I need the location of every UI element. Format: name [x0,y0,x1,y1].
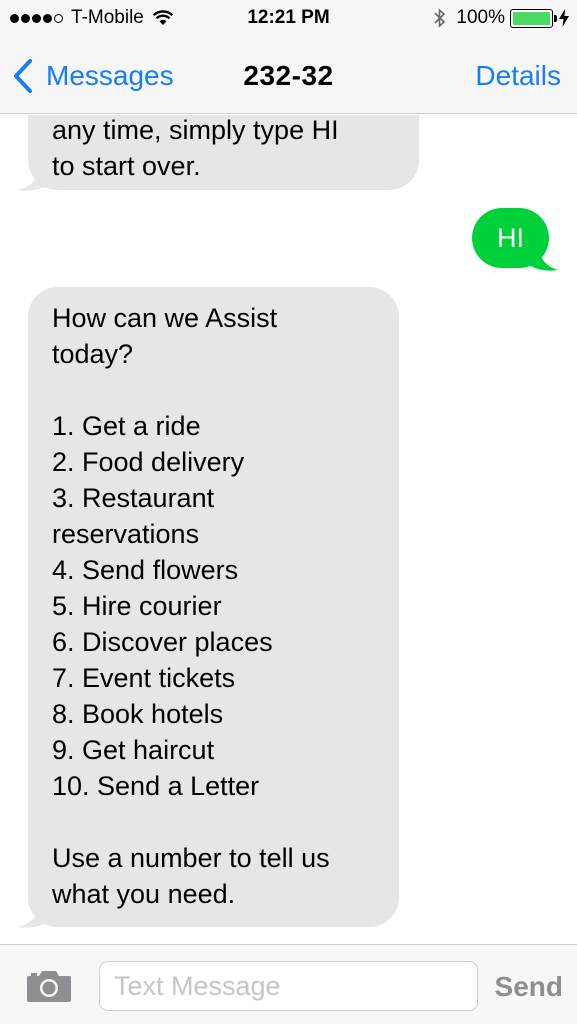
messages-screen: T-Mobile 12:21 PM 100% Messages 232-32 D… [0,0,577,1024]
message-line [52,804,381,840]
details-button[interactable]: Details [475,60,561,92]
message-line: reservations [52,519,200,549]
send-button[interactable]: Send [495,971,563,1003]
message-line: 1. Get a ride [52,411,201,441]
incoming-bubble-tail [18,899,50,928]
charging-bolt-icon [559,9,569,27]
message-line: 3. Restaurant [52,483,215,513]
battery-fill [513,11,550,25]
camera-icon[interactable] [26,968,72,1004]
status-right: 100% [434,7,569,29]
incoming-bubble-tail [18,162,50,191]
message-text-field[interactable] [99,961,478,1011]
battery-icon [510,8,557,28]
message-line: today? [52,339,134,369]
message-line: to start over. [52,151,201,181]
message-line: 8. Book hotels [52,699,224,729]
message-line [52,372,381,408]
battery-percent: 100% [456,7,505,28]
navigation-bar: Messages 232-32 Details [0,38,577,114]
message-line: 10. Send a Letter [52,771,260,801]
message-line: 6. Discover places [52,627,273,657]
message-line: Use a number to tell us [52,843,330,873]
message-line: 4. Send flowers [52,555,239,585]
message-line: any time, simply type HI [52,115,339,145]
message-list[interactable]: any time, simply type HI to start over. … [0,115,577,944]
incoming-message-bubble: any time, simply type HI to start over. [28,115,419,190]
battery-nub [554,14,557,22]
message-input-bar: Send [0,944,577,1024]
message-line: 7. Event tickets [52,663,236,693]
message-line: 2. Food delivery [52,447,245,477]
incoming-message-bubble: How can we Assist today? 1. Get a ride 2… [28,287,399,927]
message-line: How can we Assist [52,303,278,333]
status-bar: T-Mobile 12:21 PM 100% [0,0,577,38]
outgoing-bubble-tail [528,240,558,271]
bluetooth-icon [434,8,446,28]
message-line: 5. Hire courier [52,591,222,621]
message-line: 9. Get haircut [52,735,215,765]
message-line: what you need. [52,879,236,909]
